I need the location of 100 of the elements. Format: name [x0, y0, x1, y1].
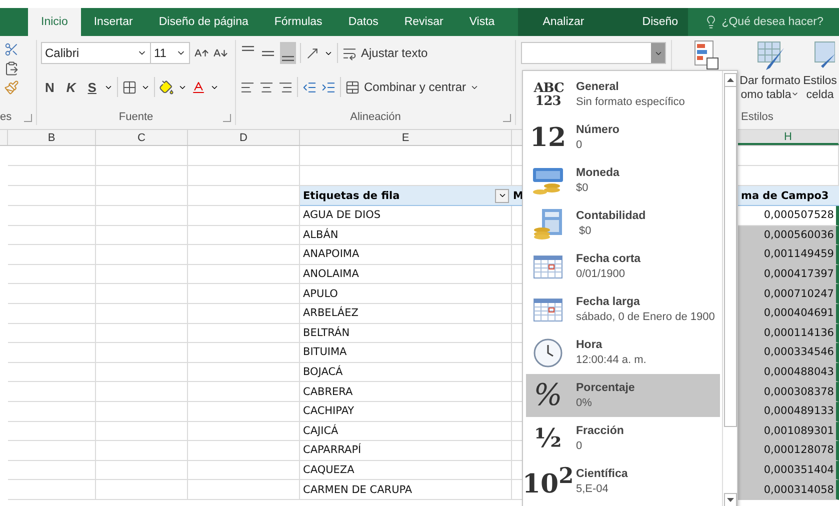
underline-button[interactable]: S — [84, 80, 100, 94]
table-cell: CARMEN DE CARUPA — [300, 480, 512, 500]
group-label: Estilos — [741, 111, 774, 123]
table-cell: BELTRÁN — [300, 324, 512, 344]
wrap-text-icon — [342, 46, 357, 60]
group-label: es — [0, 111, 12, 123]
align-left-icon[interactable] — [240, 80, 255, 94]
format-glyph-icon: 12 — [530, 124, 566, 150]
calculator-coins-icon — [532, 208, 564, 240]
table-cell: 0,000308378 — [738, 382, 839, 402]
row-labels-header: Etiquetas de fila — [303, 190, 401, 202]
format-option[interactable]: Fecha corta 0/01/1900 — [526, 245, 720, 288]
table-cell: 0,000351404 — [738, 460, 839, 480]
triangle-up-icon — [726, 78, 734, 82]
format-option[interactable]: ABC 123 General Sin formato específico — [526, 73, 720, 116]
merge-center-button[interactable]: Combinar y centrar — [345, 76, 480, 98]
ribbon-tab[interactable]: Vista — [456, 8, 508, 36]
align-right-icon[interactable] — [278, 80, 293, 94]
table-cell: 0,000489133 — [738, 402, 839, 422]
column-header-cell: ma de Campo3 — [738, 186, 839, 206]
table-cell: ANOLAIMA — [300, 264, 512, 284]
scrollbar[interactable] — [722, 71, 737, 506]
table-cell: CAJICÁ — [300, 422, 512, 442]
format-option[interactable]: % Porcentaje 0% — [526, 374, 720, 417]
triangle-down-icon — [726, 498, 734, 502]
format-option[interactable]: Fecha larga sábado, 0 de Enero de 1900 — [526, 288, 720, 331]
format-option[interactable]: Contabilidad $0 — [526, 202, 720, 245]
column-header[interactable]: E — [300, 130, 512, 145]
clock-icon — [533, 338, 563, 368]
caret-icon — [498, 191, 506, 200]
align-center-icon[interactable] — [259, 80, 274, 94]
table-cell: ANAPOIMA — [300, 245, 512, 265]
font-name-field[interactable]: Calibri — [41, 42, 151, 64]
table-cell: CAQUEZA — [300, 460, 512, 480]
vertical-align-icon — [262, 50, 274, 56]
format-option[interactable]: ½ Fracción 0 — [526, 417, 720, 460]
table-cell: BITUIMA — [300, 343, 512, 363]
ribbon-tab[interactable]: Diseño de página — [146, 8, 262, 36]
italic-button[interactable]: K — [62, 80, 80, 94]
percent-icon: % — [534, 380, 562, 410]
table-cell: CAPARRAPÍ — [300, 441, 512, 461]
group-label: Fuente — [118, 111, 154, 123]
general-format-icon: ABC 123 — [534, 82, 562, 108]
cell-styles-button[interactable]: Estilos celda — [801, 40, 839, 109]
table-cell: 0,000114136 — [738, 324, 839, 344]
filter-button[interactable] — [495, 188, 509, 202]
increase-indent-icon[interactable] — [321, 80, 336, 94]
ribbon-tab[interactable]: Revisar — [391, 8, 456, 36]
table-cell: CACHIPAY — [300, 402, 512, 422]
column-header[interactable]: D — [188, 130, 300, 145]
table-cell: 0,000334546 — [738, 343, 839, 363]
format-glyph-icon: ½ — [534, 426, 562, 452]
wrap-text-button[interactable]: Ajustar texto — [342, 42, 428, 64]
calendar-icon — [533, 254, 563, 278]
table-cell: 0,000314058 — [738, 480, 839, 500]
table-cell: 0,000128078 — [738, 441, 839, 461]
format-option[interactable]: Moneda $0 — [526, 159, 720, 202]
font-size-field[interactable]: 11 — [150, 42, 190, 64]
ribbon-tab[interactable]: Inicio — [28, 8, 81, 36]
table-cell: ARBELÁEZ — [300, 304, 512, 324]
table-cell: 0,000417397 — [738, 264, 839, 284]
font-color-icon[interactable] — [191, 80, 206, 94]
table-cell: 0,001149459 — [738, 245, 839, 265]
merge-icon — [345, 80, 360, 94]
borders-icon[interactable] — [122, 80, 138, 94]
ribbon-tab[interactable]: Fórmulas — [261, 8, 336, 36]
scissors-icon[interactable] — [4, 42, 19, 57]
caret-icon — [791, 90, 800, 98]
orientation-icon[interactable] — [305, 46, 320, 60]
table-cell: APULO — [300, 284, 512, 304]
table-cell: AGUA DE DIOS — [300, 206, 512, 226]
calendar-icon — [533, 298, 563, 322]
column-header[interactable]: H — [738, 130, 839, 145]
scroll-down-button[interactable] — [724, 493, 736, 506]
ribbon-tab[interactable]: Insertar — [80, 8, 146, 36]
table-cell: 0,000507528 — [738, 206, 839, 226]
table-cell: 0,000488043 — [738, 362, 839, 382]
table-cell: CABRERA — [300, 382, 512, 402]
table-cell: 0,000404691 — [738, 304, 839, 324]
launcher-icon[interactable] — [503, 114, 511, 122]
launcher-icon[interactable] — [223, 114, 231, 122]
format-option[interactable]: Hora 12:00:44 a. m. — [526, 331, 720, 374]
ribbon-tab[interactable]: Analizar — [530, 8, 598, 36]
bottom-align-button[interactable] — [280, 42, 296, 64]
decrease-indent-icon[interactable] — [302, 80, 317, 94]
table-cell: BOJACÁ — [300, 362, 512, 382]
ribbon-tab[interactable]: Datos — [335, 8, 392, 36]
table-cell: 0,000560036 — [738, 226, 839, 246]
paste-icon[interactable] — [4, 61, 19, 76]
number-format-combo[interactable] — [521, 42, 666, 64]
conditional-format-icon[interactable] — [692, 40, 718, 70]
vertical-align-icon — [282, 56, 294, 60]
launcher-icon[interactable] — [24, 114, 32, 122]
group-label: Alineación — [350, 111, 401, 123]
bold-button[interactable]: N — [41, 80, 58, 94]
column-header[interactable]: B — [8, 130, 96, 145]
format-as-table-button[interactable]: Dar formato omo tabla — [739, 40, 801, 109]
column-header[interactable]: C — [96, 130, 188, 145]
fill-color-icon[interactable] — [159, 80, 174, 94]
scroll-up-button[interactable] — [724, 73, 736, 87]
